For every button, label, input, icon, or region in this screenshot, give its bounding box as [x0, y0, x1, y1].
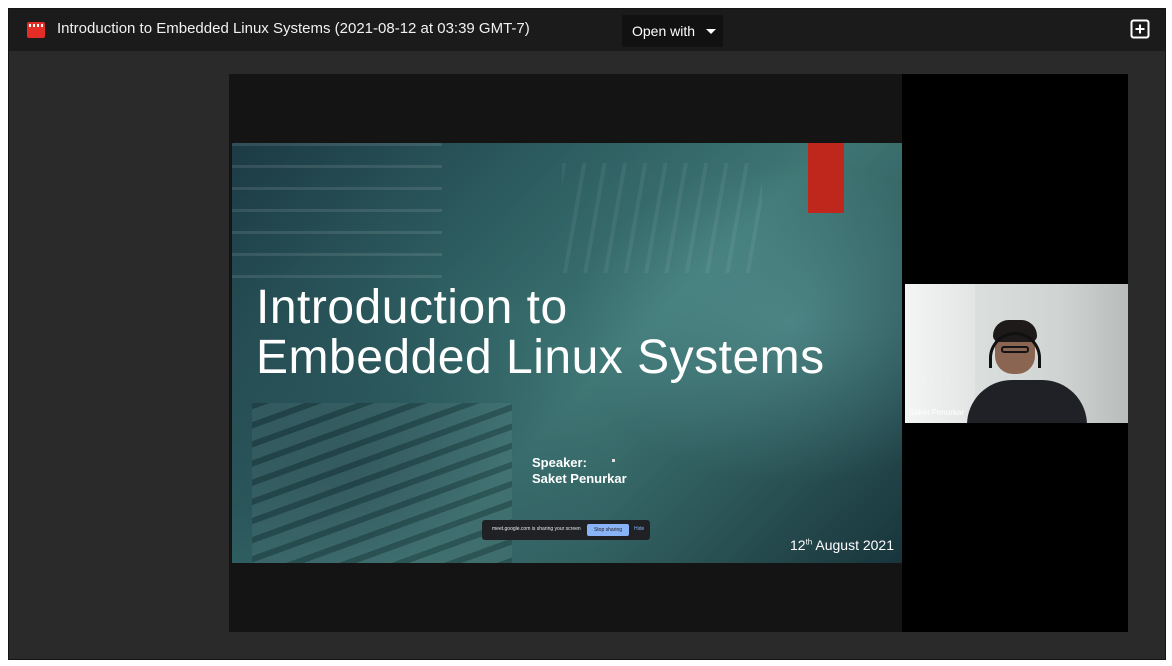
screen-share-bar: meet.google.com is sharing your screen S…: [482, 520, 650, 540]
open-with-label: Open with: [632, 23, 696, 39]
mouse-cursor: [612, 459, 615, 462]
slide-accent-bar: [808, 143, 844, 213]
server-rack-graphic: [562, 163, 762, 273]
file-title: Introduction to Embedded Linux Systems (…: [57, 20, 530, 37]
drive-video-preview: Introduction to Embedded Linux Systems (…: [8, 8, 1166, 660]
slide-title-line: Introduction to: [256, 281, 568, 334]
chevron-down-icon: [706, 29, 716, 34]
open-with-button[interactable]: Open with: [622, 15, 723, 47]
date-day: 12: [790, 537, 806, 553]
server-rack-graphic: [252, 403, 512, 563]
slide-title: Introduction to Embedded Linux Systems: [256, 283, 825, 383]
participant-name: Saket Penurkar: [909, 408, 965, 417]
slide-date: 12th August 2021: [790, 537, 894, 553]
add-to-drive-icon[interactable]: [1130, 19, 1150, 39]
slide-title-line: Embedded Linux Systems: [256, 331, 825, 384]
glasses-icon: [1001, 346, 1029, 353]
presentation-slide: Introduction to Embedded Linux Systems S…: [232, 143, 902, 563]
date-rest: August 2021: [812, 537, 894, 553]
preview-header: Introduction to Embedded Linux Systems (…: [9, 9, 1165, 51]
shared-screen-area: Introduction to Embedded Linux Systems S…: [229, 74, 902, 632]
speaker-label: Speaker:: [532, 455, 587, 470]
stop-sharing-button: Stop sharing: [587, 524, 629, 536]
speaker-name: Saket Penurkar: [532, 471, 627, 486]
video-player[interactable]: Introduction to Embedded Linux Systems S…: [229, 74, 1128, 632]
server-rack-graphic: [232, 143, 442, 283]
video-file-icon: [27, 22, 45, 38]
background-window: [905, 284, 975, 423]
share-message: meet.google.com is sharing your screen: [492, 526, 581, 532]
participant-body: [967, 380, 1087, 423]
hide-link: Hide: [634, 526, 645, 532]
participant-tile: Saket Penurkar: [905, 284, 1128, 423]
